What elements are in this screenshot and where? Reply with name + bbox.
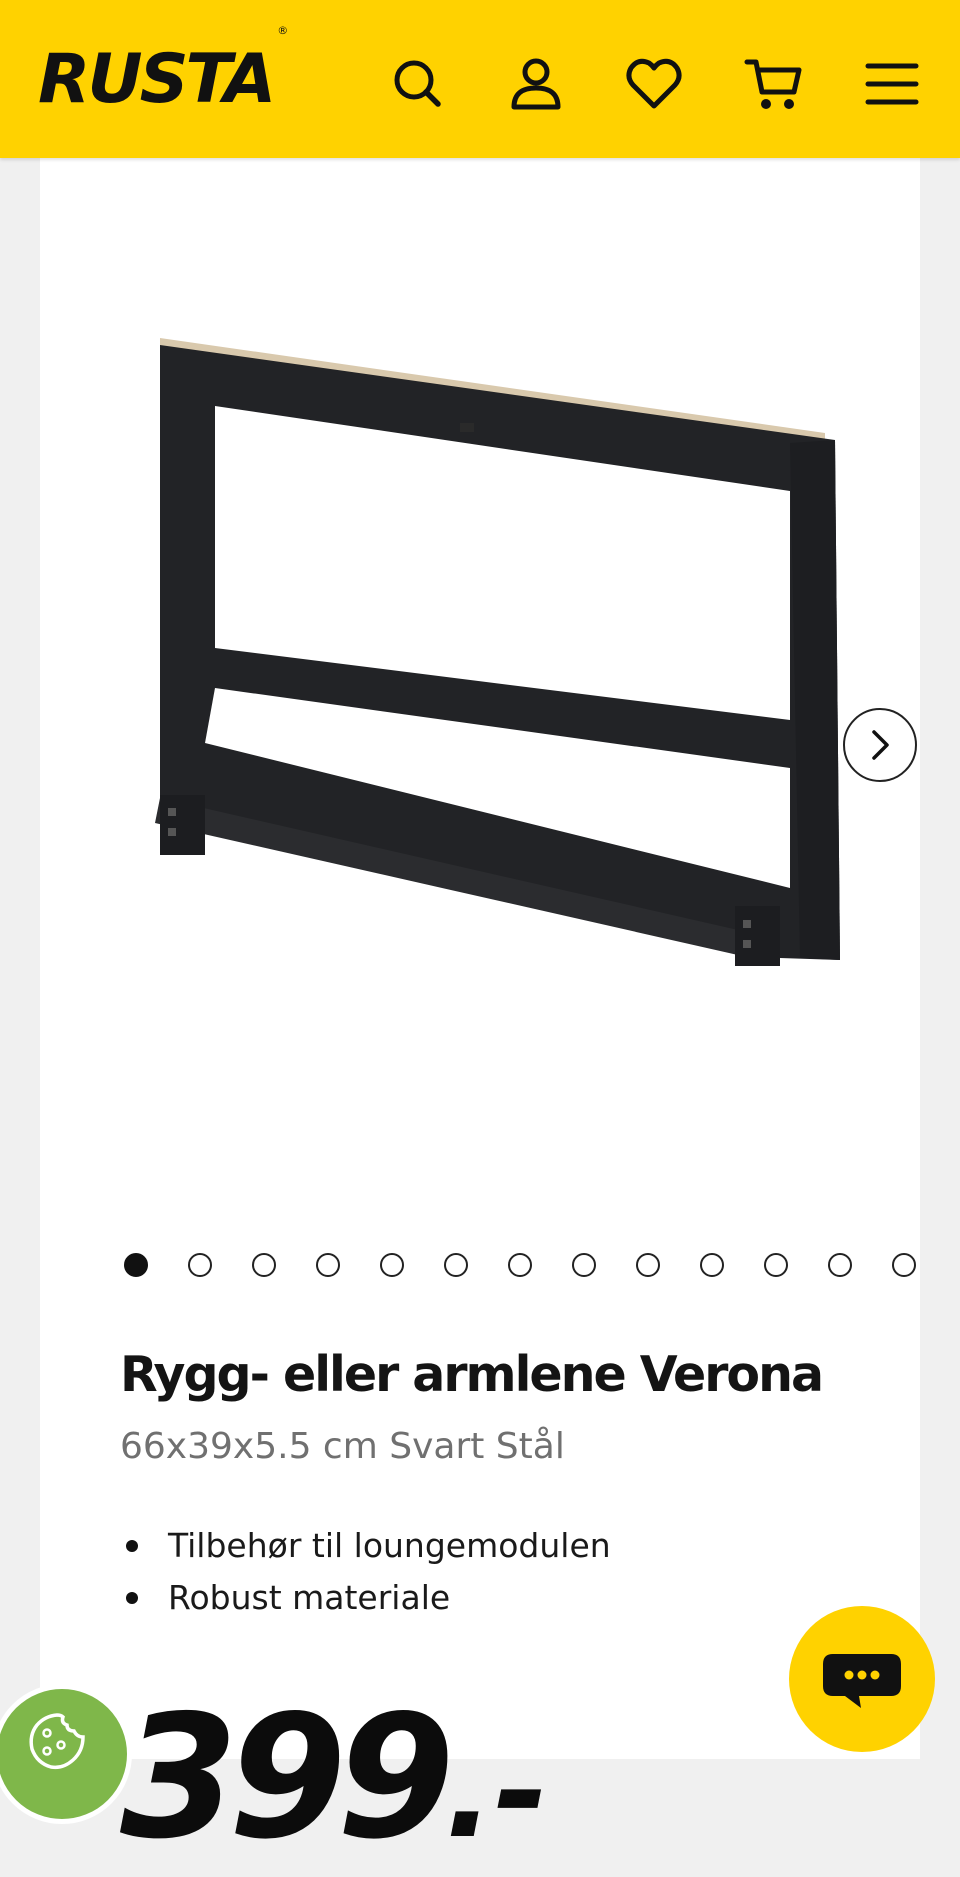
chat-button[interactable] — [789, 1606, 935, 1752]
logo-text: RUSTA — [38, 40, 276, 119]
cart-icon[interactable] — [744, 54, 804, 114]
chat-bubble-icon — [823, 1654, 901, 1708]
price-suffix: .- — [444, 1715, 549, 1867]
chevron-right-icon — [872, 730, 889, 760]
next-image-button[interactable] — [843, 708, 917, 782]
gallery-dot[interactable] — [508, 1253, 532, 1277]
gallery-pagination — [124, 1253, 924, 1279]
gallery-dot[interactable] — [764, 1253, 788, 1277]
search-icon[interactable] — [388, 54, 448, 114]
gallery-dot[interactable] — [572, 1253, 596, 1277]
gallery-dot[interactable] — [700, 1253, 724, 1277]
gallery-dot[interactable] — [188, 1253, 212, 1277]
feature-list: Tilbehør til loungemodulen Robust materi… — [124, 1520, 611, 1624]
rusta-logo[interactable]: RUSTA® — [38, 25, 288, 114]
product-subtitle: 66x39x5.5 cm Svart Stål — [120, 1426, 565, 1467]
gallery-dot[interactable] — [636, 1253, 660, 1277]
feature-item: Robust materiale — [124, 1572, 611, 1624]
product-price: 399.- — [120, 1693, 548, 1863]
gallery-dot[interactable] — [444, 1253, 468, 1277]
gallery-dot[interactable] — [828, 1253, 852, 1277]
gallery-dot[interactable] — [252, 1253, 276, 1277]
gallery-dot[interactable] — [892, 1253, 916, 1277]
user-icon[interactable] — [506, 54, 566, 114]
heart-icon[interactable] — [624, 54, 684, 114]
product-image[interactable] — [100, 238, 900, 1098]
price-value: 399 — [120, 1679, 455, 1877]
menu-icon[interactable] — [862, 54, 922, 114]
feature-item: Tilbehør til loungemodulen — [124, 1520, 611, 1572]
gallery-dot[interactable] — [316, 1253, 340, 1277]
site-header: RUSTA® — [0, 0, 960, 158]
cookie-settings-button[interactable] — [0, 1684, 132, 1824]
product-card: Rygg- eller armlene Verona 66x39x5.5 cm … — [40, 158, 920, 1863]
gallery-dot[interactable] — [380, 1253, 404, 1277]
registered-mark: ® — [277, 24, 288, 38]
product-title: Rygg- eller armlene Verona — [120, 1346, 824, 1403]
cookie-icon — [29, 1713, 85, 1770]
gallery-dot[interactable] — [124, 1253, 148, 1277]
